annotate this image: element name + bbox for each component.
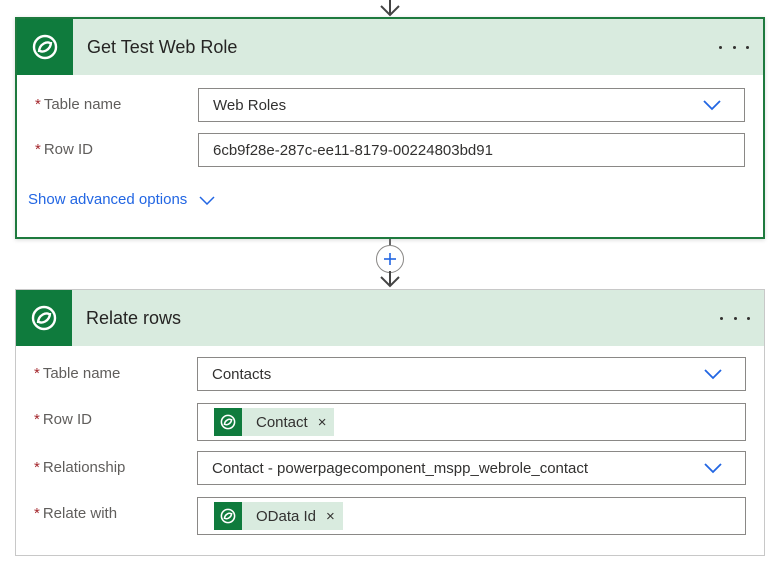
- more-options-button[interactable]: [719, 37, 749, 57]
- table-name-value: Contacts: [212, 365, 272, 383]
- plus-icon: [384, 253, 396, 265]
- field-table-name: * Table name Contacts: [16, 357, 764, 393]
- field-row-id: * Row ID Contact ×: [16, 403, 764, 441]
- chevron-down-icon: [704, 369, 722, 380]
- relationship-value: Contact - powerpagecomponent_mspp_webrol…: [212, 459, 589, 477]
- card-header[interactable]: Get Test Web Role: [17, 19, 763, 75]
- show-advanced-options-link[interactable]: Show advanced options: [28, 191, 215, 208]
- row-id-value: 6cb9f28e-287c-ee11-8179-00224803bd91: [213, 141, 493, 159]
- remove-token-button[interactable]: ×: [318, 414, 327, 431]
- ellipsis-icon: [719, 45, 722, 49]
- relationship-label: Relationship: [42, 459, 126, 476]
- relationship-dropdown[interactable]: Contact - powerpagecomponent_mspp_webrol…: [197, 451, 746, 485]
- action-card-relate-rows[interactable]: Relate rows * Table name Contacts * Row ID: [15, 289, 765, 556]
- remove-token-button[interactable]: ×: [326, 508, 335, 525]
- row-id-input[interactable]: 6cb9f28e-287c-ee11-8179-00224803bd91: [198, 133, 745, 167]
- required-marker: *: [35, 96, 41, 113]
- arrow-down-icon: [380, 271, 400, 288]
- chevron-down-icon: [199, 195, 215, 205]
- field-label: * Relate with: [34, 505, 117, 522]
- field-relate-with: * Relate with OData Id ×: [16, 497, 764, 535]
- add-step-button[interactable]: [376, 245, 404, 273]
- token-label: Contact: [256, 413, 308, 431]
- row-id-input[interactable]: Contact ×: [197, 403, 746, 441]
- field-relationship: * Relationship Contact - powerpagecompone…: [16, 451, 764, 487]
- card-title: Relate rows: [86, 307, 182, 328]
- required-marker: *: [34, 505, 40, 522]
- relate-with-input[interactable]: OData Id ×: [197, 497, 746, 535]
- ellipsis-dot: [732, 45, 736, 49]
- dataverse-logo-icon: [16, 290, 72, 346]
- ellipsis-dot: [733, 316, 737, 320]
- dataverse-logo-icon: [214, 408, 242, 436]
- field-label: * Row ID: [34, 411, 92, 428]
- ellipsis-dot: [746, 45, 749, 49]
- field-label: * Row ID: [35, 141, 93, 158]
- required-marker: *: [34, 459, 40, 476]
- action-card-get-test-web-role[interactable]: Get Test Web Role * Table name Web Roles …: [15, 17, 765, 239]
- relate-with-label: Relate with: [42, 505, 118, 522]
- table-name-dropdown[interactable]: Web Roles: [198, 88, 745, 122]
- ellipsis-icon: [720, 316, 723, 320]
- advanced-options-label: Show advanced options: [28, 191, 188, 208]
- field-row-id: * Row ID 6cb9f28e-287c-ee11-8179-00224803…: [17, 133, 763, 169]
- table-name-label: Table name: [43, 96, 122, 113]
- field-label: * Table name: [35, 96, 121, 113]
- chevron-down-icon: [703, 100, 721, 111]
- dynamic-content-token[interactable]: Contact ×: [214, 408, 335, 436]
- row-id-label: Row ID: [42, 411, 93, 428]
- table-name-value: Web Roles: [213, 96, 287, 114]
- card-title: Get Test Web Role: [87, 36, 238, 57]
- field-label: * Relationship: [34, 459, 125, 476]
- card-header[interactable]: Relate rows: [16, 290, 764, 346]
- table-name-label: Table name: [42, 365, 121, 382]
- table-name-dropdown[interactable]: Contacts: [197, 357, 746, 391]
- dynamic-content-token[interactable]: OData Id ×: [214, 502, 343, 530]
- field-table-name: * Table name Web Roles: [17, 88, 763, 124]
- dataverse-logo-icon: [214, 502, 242, 530]
- arrow-down-icon: [380, 0, 400, 17]
- dataverse-logo-icon: [17, 19, 73, 75]
- chevron-down-icon: [704, 463, 722, 474]
- required-marker: *: [34, 365, 40, 382]
- required-marker: *: [34, 411, 40, 428]
- token-label: OData Id: [256, 507, 317, 525]
- ellipsis-dot: [747, 316, 750, 320]
- more-options-button[interactable]: [720, 308, 750, 328]
- row-id-label: Row ID: [43, 141, 94, 158]
- field-label: * Table name: [34, 365, 120, 382]
- required-marker: *: [35, 141, 41, 158]
